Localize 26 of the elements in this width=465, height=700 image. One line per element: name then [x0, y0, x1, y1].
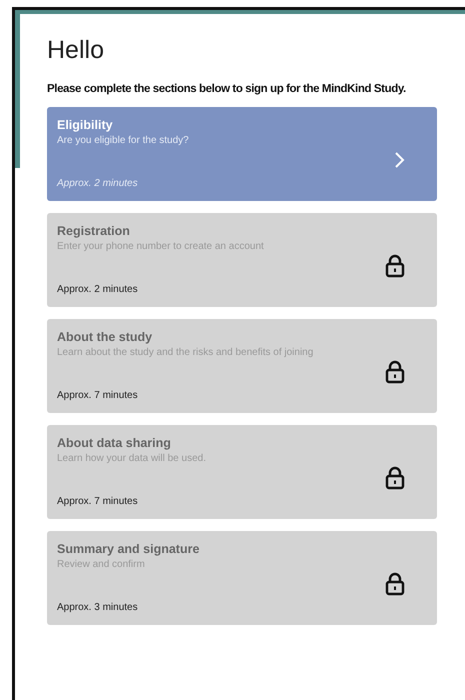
section-description: Are you eligible for the study? — [57, 135, 190, 146]
section-description: Learn how your data will be used. — [57, 453, 207, 464]
section-title: Summary and signature — [57, 542, 200, 556]
section-title: About the study — [57, 330, 154, 344]
chevron-right-icon — [394, 150, 405, 168]
section-card[interactable]: About the study Learn about the study and the risks and benefits of joining Approx. 7 minutes — [47, 319, 437, 413]
section-title: Registration — [57, 224, 131, 238]
section-card[interactable]: About data sharing Learn how your data will be used. Approx. 7 minutes — [47, 425, 437, 519]
section-duration: Approx. 2 minutes — [57, 178, 139, 189]
page-heading: Hello — [47, 36, 105, 65]
section-title: About data sharing — [57, 436, 172, 450]
section-duration: Approx. 7 minutes — [57, 496, 139, 507]
section-description: Learn about the study and the risks and benefits of joining — [57, 347, 314, 358]
section-description: Review and confirm — [57, 559, 146, 570]
section-duration: Approx. 7 minutes — [57, 390, 139, 401]
section-card[interactable]: Summary and signature Review and confirm Approx. 3 minutes — [47, 531, 437, 625]
section-card[interactable]: Registration Enter your phone number to create an account Approx. 2 minutes — [47, 213, 437, 307]
intro-text: Please complete the sections below to sign up for the MindKind Study. — [47, 83, 407, 95]
section-duration: Approx. 3 minutes — [57, 602, 139, 613]
lock-icon — [385, 466, 405, 490]
section-description: Enter your phone number to create an account — [57, 241, 265, 252]
lock-icon — [385, 572, 405, 596]
section-duration: Approx. 2 minutes — [57, 284, 139, 295]
lock-icon — [385, 254, 405, 278]
lock-icon — [385, 360, 405, 384]
section-title: Eligibility — [57, 118, 114, 132]
